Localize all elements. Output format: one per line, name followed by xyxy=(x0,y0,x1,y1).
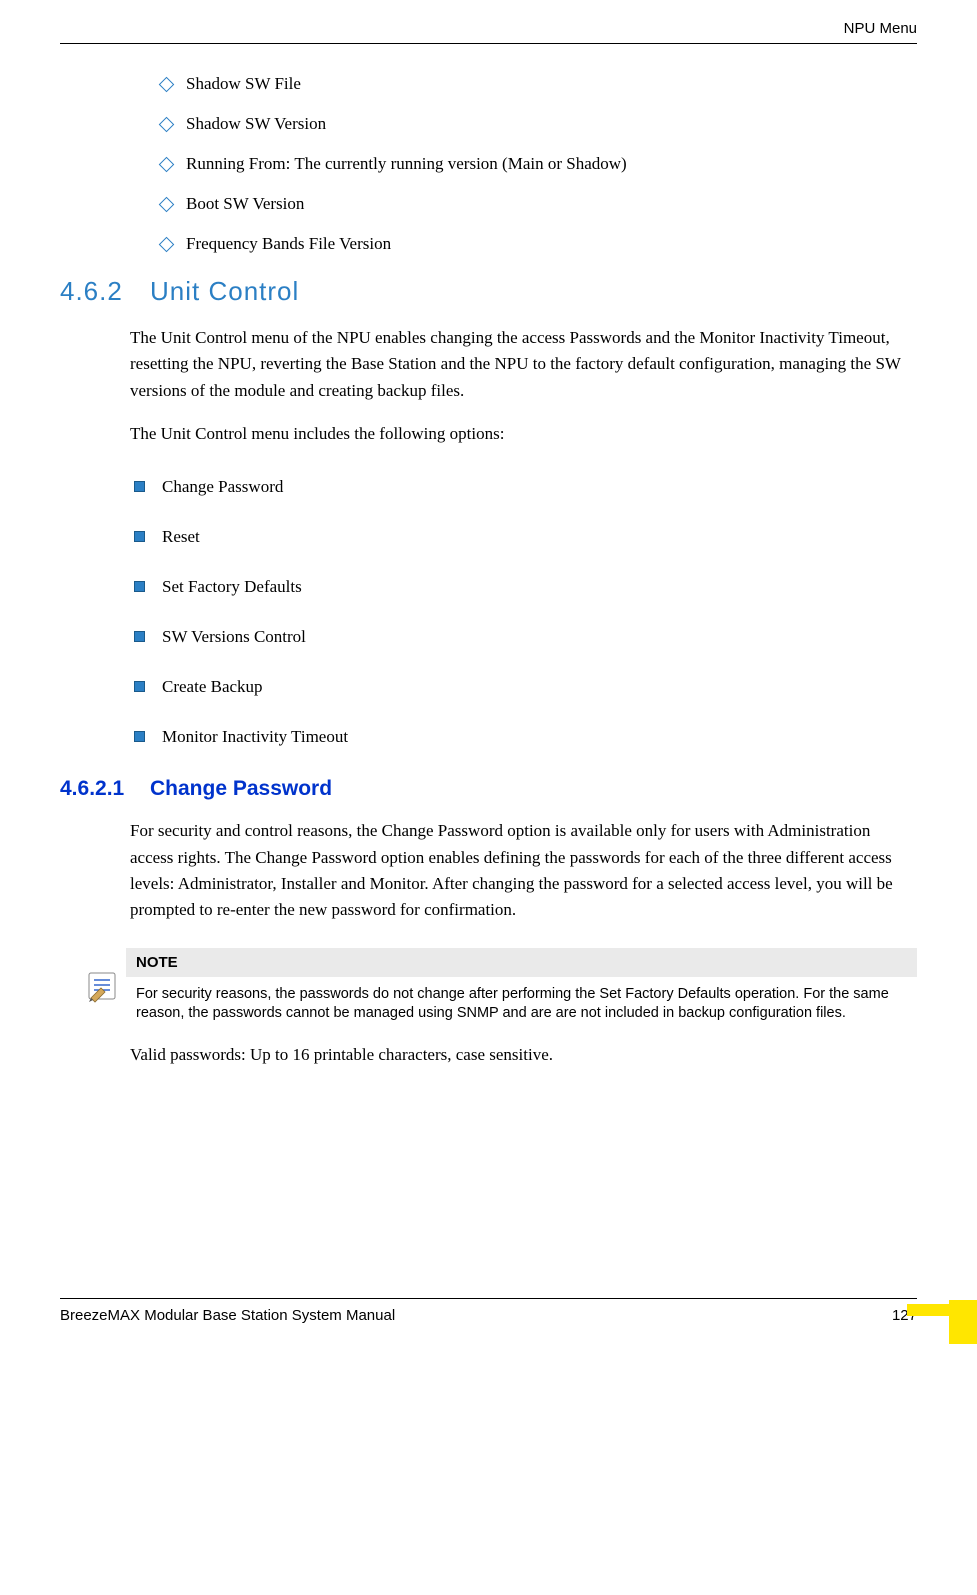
diamond-list: Shadow SW File Shadow SW Version Running… xyxy=(130,74,917,254)
list-item-text: Create Backup xyxy=(162,677,263,696)
list-item: Monitor Inactivity Timeout xyxy=(130,727,917,747)
list-item: Shadow SW Version xyxy=(160,114,917,134)
note-label: NOTE xyxy=(126,948,917,977)
list-item: Change Password xyxy=(130,477,917,497)
list-item-text: Shadow SW File xyxy=(186,74,301,93)
note-text: For security reasons, the passwords do n… xyxy=(126,977,917,1024)
list-item: SW Versions Control xyxy=(130,627,917,647)
list-item-text: Reset xyxy=(162,527,200,546)
square-list: Change Password Reset Set Factory Defaul… xyxy=(130,477,917,747)
list-item: Reset xyxy=(130,527,917,547)
subsection-number: 4.6.2.1 xyxy=(60,777,150,801)
list-item: Shadow SW File xyxy=(160,74,917,94)
corner-decoration xyxy=(907,1284,977,1344)
list-item-text: Shadow SW Version xyxy=(186,114,326,133)
header-title: NPU Menu xyxy=(844,20,917,37)
list-item-text: SW Versions Control xyxy=(162,627,306,646)
section-number: 4.6.2 xyxy=(60,276,150,307)
body-paragraph: The Unit Control menu of the NPU enables… xyxy=(130,325,917,404)
section-title: Unit Control xyxy=(150,276,299,307)
list-item-text: Frequency Bands File Version xyxy=(186,234,391,253)
list-item-text: Set Factory Defaults xyxy=(162,577,302,596)
note-box: NOTE For security reasons, the passwords… xyxy=(80,948,917,1024)
body-paragraph: The Unit Control menu includes the follo… xyxy=(130,421,917,447)
page-footer: BreezeMAX Modular Base Station System Ma… xyxy=(60,1298,917,1324)
note-icon xyxy=(80,948,126,1024)
list-item-text: Monitor Inactivity Timeout xyxy=(162,727,348,746)
list-item: Boot SW Version xyxy=(160,194,917,214)
list-item: Running From: The currently running vers… xyxy=(160,154,917,174)
list-item: Frequency Bands File Version xyxy=(160,234,917,254)
subsection-title: Change Password xyxy=(150,777,332,801)
body-paragraph: For security and control reasons, the Ch… xyxy=(130,818,917,923)
body-paragraph: Valid passwords: Up to 16 printable char… xyxy=(130,1042,917,1068)
list-item: Create Backup xyxy=(130,677,917,697)
list-item-text: Running From: The currently running vers… xyxy=(186,154,627,173)
page-header: NPU Menu xyxy=(60,0,917,44)
section-heading-462: 4.6.2 Unit Control xyxy=(60,276,917,307)
list-item-text: Boot SW Version xyxy=(186,194,304,213)
list-item-text: Change Password xyxy=(162,477,283,496)
subsection-heading-4621: 4.6.2.1 Change Password xyxy=(60,777,917,801)
list-item: Set Factory Defaults xyxy=(130,577,917,597)
footer-manual-name: BreezeMAX Modular Base Station System Ma… xyxy=(60,1307,395,1324)
